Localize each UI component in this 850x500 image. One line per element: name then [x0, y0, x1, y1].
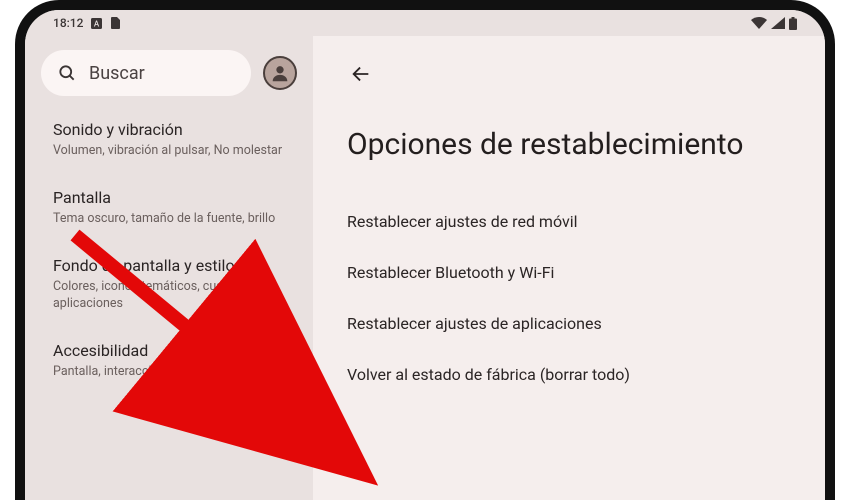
search-icon — [57, 63, 77, 83]
content: Buscar Sonido y vibración Volumen, vibra… — [25, 36, 825, 500]
sidebar-item-accessibility[interactable]: Accesibilidad Pantalla, interacción, aud… — [41, 327, 297, 395]
person-icon — [269, 62, 291, 84]
back-row — [347, 56, 791, 92]
sidebar-item-sub: Volumen, vibración al pulsar, No molesta… — [53, 143, 285, 160]
reset-options-list: Restablecer ajustes de red móvil Restabl… — [347, 196, 791, 400]
status-bar: 18:12 A — [25, 10, 825, 36]
status-bar-right — [751, 17, 797, 30]
status-time: 18:12 — [53, 16, 83, 30]
sidebar-item-title: Pantalla — [53, 188, 285, 207]
sidebar-item-sub: Colores, iconos temáticos, cuadrícula de… — [53, 279, 285, 313]
search-placeholder: Buscar — [89, 63, 145, 84]
battery-icon — [789, 17, 797, 30]
factory-reset[interactable]: Volver al estado de fábrica (borrar todo… — [347, 349, 791, 400]
sidebar-item-sound[interactable]: Sonido y vibración Volumen, vibración al… — [41, 106, 297, 174]
device-frame: 18:12 A — [15, 0, 835, 500]
wifi-icon — [751, 17, 767, 29]
sdcard-icon — [110, 17, 120, 29]
back-button[interactable] — [347, 60, 375, 88]
profile-button[interactable] — [263, 56, 297, 90]
sidebar-item-title: Fondo de pantalla y estilo — [53, 256, 285, 275]
sidebar-item-title: Accesibilidad — [53, 341, 285, 360]
screen: 18:12 A — [25, 10, 825, 500]
status-bar-left: 18:12 A — [53, 16, 120, 30]
badge-a-icon: A — [91, 18, 102, 29]
page-title: Opciones de restablecimiento — [347, 126, 791, 164]
search-input[interactable]: Buscar — [41, 50, 251, 96]
signal-icon — [771, 17, 785, 29]
svg-text:A: A — [94, 19, 100, 28]
sidebar-item-sub: Pantalla, interacción, audio — [53, 364, 285, 381]
reset-bluetooth-wifi[interactable]: Restablecer Bluetooth y Wi-Fi — [347, 247, 791, 298]
search-row: Buscar — [41, 50, 297, 96]
sidebar: Buscar Sonido y vibración Volumen, vibra… — [25, 36, 313, 500]
main-panel: Opciones de restablecimiento Restablecer… — [313, 36, 825, 500]
sidebar-item-wallpaper[interactable]: Fondo de pantalla y estilo Colores, icon… — [41, 242, 297, 327]
sidebar-list[interactable]: Sonido y vibración Volumen, vibración al… — [37, 106, 301, 500]
reset-app-preferences[interactable]: Restablecer ajustes de aplicaciones — [347, 298, 791, 349]
sidebar-item-display[interactable]: Pantalla Tema oscuro, tamaño de la fuent… — [41, 174, 297, 242]
arrow-left-icon — [350, 63, 372, 85]
sidebar-item-title: Sonido y vibración — [53, 120, 285, 139]
reset-mobile-network[interactable]: Restablecer ajustes de red móvil — [347, 196, 791, 247]
sidebar-item-sub: Tema oscuro, tamaño de la fuente, brillo — [53, 211, 285, 228]
